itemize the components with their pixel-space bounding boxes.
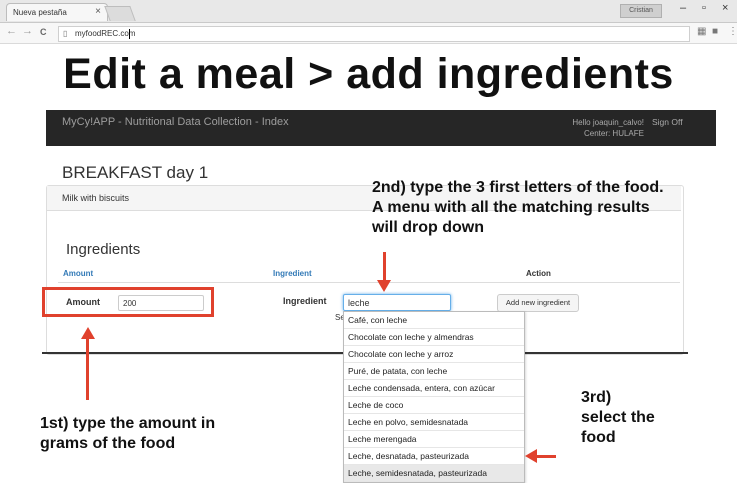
slide-headline: Edit a meal > add ingredients	[63, 50, 674, 98]
new-tab-button[interactable]	[104, 6, 136, 21]
reload-icon[interactable]: C	[40, 27, 47, 37]
ingredient-label: Ingredient	[283, 296, 327, 306]
greeting-center: Center: HULAFE	[583, 129, 644, 138]
ingredient-search-input[interactable]: leche	[343, 294, 451, 311]
step2-line1: 2nd) type the 3 first letters of the foo…	[372, 179, 664, 196]
dropdown-option[interactable]: Leche en polvo, semidesnatada	[344, 414, 524, 431]
tab-title: Nueva pestaña	[13, 8, 67, 17]
autocomplete-dropdown: Café, con leche Chocolate con leche y al…	[343, 311, 525, 483]
step3-arrow-shaft	[536, 455, 556, 458]
step2-annotation: 2nd) type the 3 first letters of the foo…	[372, 178, 664, 238]
menu-icon[interactable]: ⋮	[728, 26, 737, 37]
sign-off-link[interactable]: Sign Off	[652, 117, 683, 127]
app-brand-link[interactable]: MyCy!APP - Nutritional Data Collection -…	[62, 116, 289, 128]
minimize-icon[interactable]: –	[680, 2, 686, 14]
browser-tab[interactable]: Nueva pestaña ×	[6, 3, 108, 21]
table-header-divider	[58, 282, 680, 283]
step2-arrow-shaft	[383, 252, 386, 282]
window-user-label: Cristian	[620, 4, 662, 18]
dropdown-option[interactable]: Leche merengada	[344, 431, 524, 448]
cast-icon[interactable]: ■	[712, 26, 718, 37]
column-amount[interactable]: Amount	[63, 269, 93, 278]
dropdown-option[interactable]: Chocolate con leche y arroz	[344, 346, 524, 363]
column-action: Action	[526, 269, 551, 278]
column-ingredient[interactable]: Ingredient	[273, 269, 312, 278]
step1-line1: 1st) type the amount in	[40, 415, 216, 432]
step2-line2: A menu with all the matching results	[372, 199, 650, 216]
dropdown-option[interactable]: Leche condensada, entera, con azúcar	[344, 380, 524, 397]
amount-highlight-box	[42, 287, 214, 317]
step2-line3: will drop down	[372, 219, 484, 236]
back-icon[interactable]: ←	[6, 25, 17, 37]
meal-title: BREAKFAST day 1	[62, 163, 209, 182]
meal-name: Milk with biscuits	[62, 193, 130, 203]
dropdown-option[interactable]: Chocolate con leche y almendras	[344, 329, 524, 346]
close-window-icon[interactable]: ×	[722, 2, 728, 14]
dropdown-option[interactable]: Puré, de patata, con leche	[344, 363, 524, 380]
maximize-icon[interactable]: ▫	[702, 2, 706, 14]
extension-icon[interactable]: ▦	[697, 26, 706, 37]
step1-line2: grams of the food	[40, 435, 176, 452]
step1-arrow-shaft	[86, 338, 89, 400]
url-input[interactable]: ▯ myfoodREC.com	[58, 26, 690, 42]
forward-icon[interactable]: →	[22, 25, 33, 37]
greeting-user: Hello joaquin_calvo!	[572, 118, 644, 127]
ingredients-heading: Ingredients	[66, 241, 141, 258]
page-icon: ▯	[63, 29, 68, 38]
dropdown-option[interactable]: Leche, desnatada, pasteurizada	[344, 448, 524, 465]
dropdown-option[interactable]: Leche de coco	[344, 397, 524, 414]
step3-annotation: 3rd) select the food	[581, 388, 655, 448]
url-text: myfoodREC.com	[75, 29, 136, 38]
text-caret	[129, 29, 130, 39]
step3-line2: select the	[581, 409, 655, 426]
step2-arrow-head	[377, 280, 391, 292]
user-greeting: Hello joaquin_calvo! Center: HULAFE	[530, 117, 644, 139]
tab-close-icon[interactable]: ×	[95, 6, 101, 17]
dropdown-option[interactable]: Café, con leche	[344, 312, 524, 329]
step3-line1: 3rd)	[581, 389, 612, 406]
step3-line3: food	[581, 429, 616, 446]
step1-annotation: 1st) type the amount in grams of the foo…	[40, 414, 215, 454]
add-ingredient-button[interactable]: Add new ingredient	[497, 294, 579, 312]
